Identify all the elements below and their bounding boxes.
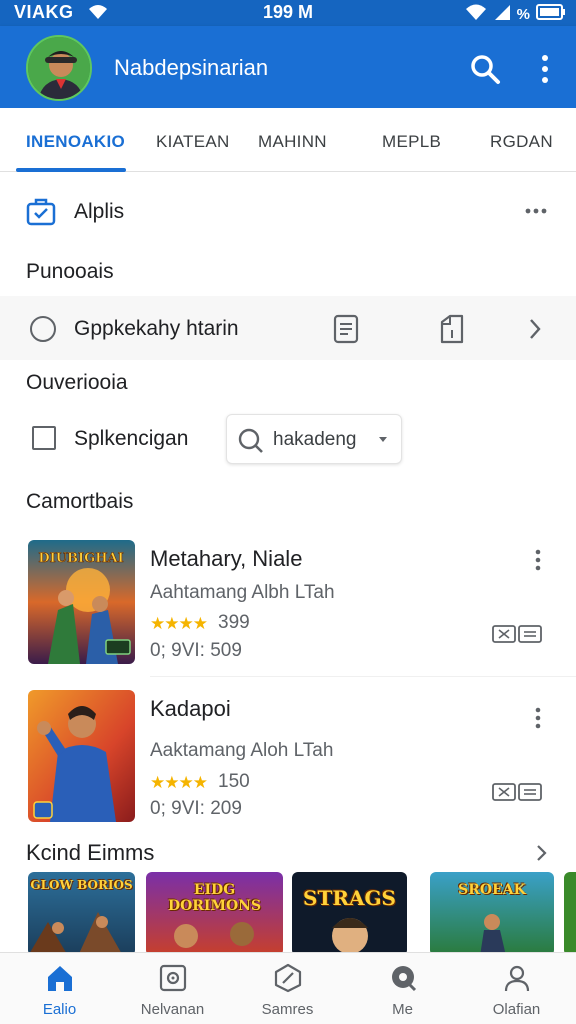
apps-row[interactable]: Alplis [0,188,576,236]
wifi-icon [465,3,487,26]
nav-label: Nelvanan [140,1001,205,1018]
carousel-card[interactable]: GLOW BORIOS [28,872,135,956]
tab-4[interactable]: MEPLB [382,132,441,152]
apps-label: Alplis [74,200,125,223]
carousel-card[interactable] [564,872,576,956]
radio-label: Gppkekahy htarin [74,317,239,340]
compare-icon[interactable] [492,782,542,807]
section-heading-3: Camortbais [26,490,134,513]
tab-5[interactable]: RGDAN [490,132,553,152]
tab-2[interactable]: KIATEAN [156,132,230,152]
checkbox-label: Splkencigan [74,427,189,450]
home-icon [48,966,72,991]
nav-item-cube[interactable]: Samres [230,953,345,1024]
nav-item-me[interactable]: Me [345,953,460,1024]
more-vertical-icon [542,55,548,83]
cube-icon [274,963,302,993]
carousel-card[interactable]: SROEAK [430,872,554,956]
game-developer: Aaktamang Aloh LTah [150,740,334,761]
person-icon [504,965,530,992]
rating-stars: ★★★★ [150,773,208,792]
game-carousel[interactable]: GLOW BORIOS EIDG DORIMONS STRAGS SROEAK [0,872,576,956]
status-icons: % [465,3,566,26]
file-copy-icon[interactable] [438,314,466,349]
avatar[interactable] [26,35,92,101]
section-heading-2: Ouveriooia [26,371,128,394]
search-icon [471,55,500,84]
game-title: Metahary, Niale [150,546,303,571]
thumbnail-title: DIUBIGHAI [38,551,123,566]
search-icon [237,427,265,460]
carousel-card[interactable]: STRAGS [292,872,407,956]
game-list-item[interactable]: Kadapoi Aaktamang Aloh LTah ★★★★ 150 0; … [0,690,576,830]
compare-icon[interactable] [492,624,542,649]
battery-icon [536,4,566,25]
briefcase-icon [26,198,56,231]
checkbox-row: Splkencigan hakadeng [0,412,576,466]
carousel-card[interactable]: EIDG DORIMONS [146,872,283,956]
status-bar: VIAKG 199 M % [0,0,576,26]
chevron-right-icon[interactable] [528,318,542,345]
rating-count: 150 [218,771,250,792]
section-heading-1: Punooais [26,260,114,283]
game-thumbnail[interactable] [28,690,135,822]
game-meta: 0; 9VI: 209 [150,798,242,819]
nav-label: Ealio [42,1001,77,1018]
divider [150,676,576,677]
rating-stars: ★★★★ [150,614,208,633]
tab-1[interactable]: INENOAKIO [26,132,125,152]
game-title: Kadapoi [150,696,231,721]
game-developer: Aahtamang Albh LTah [150,582,335,603]
carousel-heading: Kcind Eimms [26,840,155,865]
dropdown-caret-icon [379,437,387,442]
nav-item-games[interactable]: Nelvanan [115,953,230,1024]
tab-indicator [16,168,126,172]
games-icon [159,964,187,992]
chevron-right-icon[interactable] [536,844,548,867]
nav-item-home[interactable]: Ealio [2,953,117,1024]
signal-icon [493,3,511,26]
search-bubble-icon [392,966,417,992]
game-list-item[interactable]: DIUBIGHAI Metahary, Niale Aahtamang Albh… [0,540,576,680]
rating-count: 399 [218,612,250,633]
app-title: Nabdepsinarian [114,55,269,80]
nav-item-profile[interactable]: Olafian [459,953,574,1024]
more-vertical-icon[interactable] [532,706,544,735]
filter-dropdown[interactable]: hakadeng [226,414,402,464]
overflow-menu-button[interactable] [530,52,560,86]
carousel-card-title: STRAGS [303,886,396,910]
radio-button[interactable] [30,316,56,342]
search-button[interactable] [468,52,502,86]
battery-percent: % [516,6,530,23]
nav-label: Me [392,1001,413,1018]
app-bar: Nabdepsinarian [0,26,576,108]
document-icon[interactable] [332,314,360,349]
tab-3[interactable]: MAHINN [258,132,327,152]
tab-bar: INENOAKIO KIATEAN MAHINN MEPLB RGDAN [0,108,576,172]
checkbox[interactable] [32,426,56,450]
nav-label: Olafian [492,1001,541,1018]
bottom-navigation: Ealio Nelvanan Samres Me Olafian [0,952,576,1024]
game-meta: 0; 9VI: 509 [150,640,242,661]
more-vertical-icon[interactable] [532,548,544,577]
nav-label: Samres [261,1001,314,1018]
more-horizontal-icon[interactable] [524,202,548,220]
radio-row[interactable]: Gppkekahy htarin [0,304,576,354]
game-thumbnail[interactable]: DIUBIGHAI [28,540,135,664]
dropdown-label: hakadeng [273,429,357,450]
